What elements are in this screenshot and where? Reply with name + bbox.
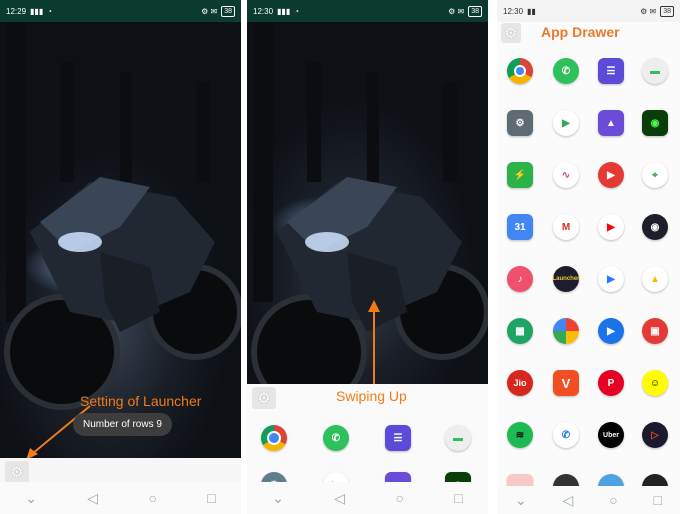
camera-icon[interactable]: ◉ [642,214,668,240]
launcher-icon[interactable]: Launcher [552,266,580,292]
media-icon[interactable]: ▷ [642,422,668,448]
chrome-icon[interactable] [261,425,287,451]
home-icon[interactable]: ○ [609,492,617,508]
home-icon[interactable]: ○ [395,490,403,506]
sheets-icon[interactable]: ▦ [507,318,533,344]
messages-icon[interactable]: ▬ [445,425,471,451]
pinterest-icon[interactable]: P [598,370,624,396]
uber-label: Uber [603,431,619,439]
annotation-swiping-up: Swiping Up [336,388,407,404]
play-store-icon[interactable]: ▶ [553,110,579,136]
wifi-icon: ◔ [294,6,300,16]
jio-icon[interactable]: Jio [507,370,533,396]
yt-studio-icon[interactable]: ▣ [642,318,668,344]
maps-icon[interactable]: ⌖ [642,162,668,188]
gear-icon: ⚙ [504,25,518,42]
phone-icon[interactable]: ✆ [323,425,349,451]
meet-icon[interactable]: ▶ [598,318,624,344]
clock: 12:30 [253,6,274,16]
launcher-settings-button[interactable]: ⚙ [5,461,29,483]
battery-icon: 38 [468,5,482,17]
clock: 12:29 [6,6,27,16]
music-icon[interactable]: ♪ [507,266,533,292]
security-shield-icon[interactable]: ⚡ [507,162,533,188]
jio-label: Jio [513,378,527,388]
recents-icon[interactable]: □ [454,490,462,506]
clock: 12:30 [503,6,524,16]
photos-icon[interactable] [553,318,579,344]
vlc-label: V [561,375,571,391]
wifi-icon: ◔ [47,6,53,16]
signal-icon: ▮▮▮ [277,6,291,16]
calendar-icon[interactable]: 31 [507,214,533,240]
drive-icon[interactable]: ▲ [642,266,668,292]
back-icon[interactable]: ◁ [87,490,98,507]
phone-icon[interactable]: ✆ [553,58,579,84]
signal-icon: ▮▮▮ [30,6,44,16]
android-terminal-icon[interactable]: ◉ [642,110,668,136]
battery-icon: 38 [660,5,674,17]
contacts-icon[interactable]: ☰ [598,58,624,84]
signal-icon: ▮▮ [527,6,536,16]
notification-icons: ⚙ ✉ [201,6,218,16]
toast-message: Number of rows 9 [73,413,172,436]
launcher-label: Launcher [552,276,580,282]
contacts-icon[interactable]: ☰ [385,425,411,451]
calendar-label: 31 [514,221,526,233]
uber-icon[interactable]: Uber [598,422,624,448]
status-bar: 12:30 ▮▮▮ ◔ ⚙ ✉ 38 [247,0,488,22]
navigation-bar: ⌄ ◁ ○ □ [0,482,241,514]
screen-launcher-settings: 12:29 ▮▮▮ ◔ ⚙ ✉ 38 Setting of Launcher Nu… [0,0,241,514]
notification-icons: ⚙ ✉ [640,6,657,16]
home-icon[interactable]: ○ [148,490,156,506]
status-bar: 12:29 ▮▮▮ ◔ ⚙ ✉ 38 [0,0,241,22]
recents-icon[interactable]: □ [654,492,662,508]
spotify-icon[interactable]: ≋ [507,422,533,448]
app-drawer-title: App Drawer [541,24,620,40]
battery-icon: 38 [221,5,235,17]
dialer-icon[interactable]: ✆ [553,422,579,448]
chevron-down-icon[interactable]: ⌄ [25,490,37,507]
launcher-settings-button[interactable]: ⚙ [252,387,276,409]
navigation-bar: ⌄ ◁ ○ □ [247,482,488,514]
youtube-icon[interactable]: ▶ [598,214,624,240]
play-games-icon[interactable]: ▶ [598,266,624,292]
back-icon[interactable]: ◁ [563,492,574,509]
back-icon[interactable]: ◁ [334,490,345,507]
audio-icon[interactable]: ∿ [553,162,579,188]
notification-icons: ⚙ ✉ [448,6,465,16]
video-player-icon[interactable]: ▶ [598,162,624,188]
gear-icon: ⚙ [257,390,271,407]
snapchat-icon[interactable]: ☺ [642,370,668,396]
launcher-settings-button[interactable]: ⚙ [501,23,521,43]
chevron-down-icon[interactable]: ⌄ [515,492,527,509]
navigation-bar: ⌄ ◁ ○ □ [497,486,680,514]
dock-area [0,458,241,482]
gear-icon: ⚙ [10,464,24,481]
recents-icon[interactable]: □ [207,490,215,506]
gallery-icon[interactable]: ▲ [598,110,624,136]
screen-app-drawer: 12:30 ▮▮ ⚙ ✉ 38 ⚙ App Drawer ✆ ☰ ▬ ⚙ ▶ ▲… [497,0,680,514]
messages-icon[interactable]: ▬ [642,58,668,84]
status-bar: 12:30 ▮▮ ⚙ ✉ 38 [497,0,680,22]
chevron-down-icon[interactable]: ⌄ [272,490,284,507]
chrome-icon[interactable] [507,58,533,84]
settings-icon[interactable]: ⚙ [507,110,533,136]
vlc-icon[interactable]: V [553,370,579,396]
swipe-arrow [368,300,380,384]
gmail-icon[interactable]: M [553,214,579,240]
screen-swipe-up: 12:30 ▮▮▮◔ ⚙ ✉ 38 ⚙ Swiping Up ✆ ☰ ▬ ⚙ ▶… [247,0,488,514]
